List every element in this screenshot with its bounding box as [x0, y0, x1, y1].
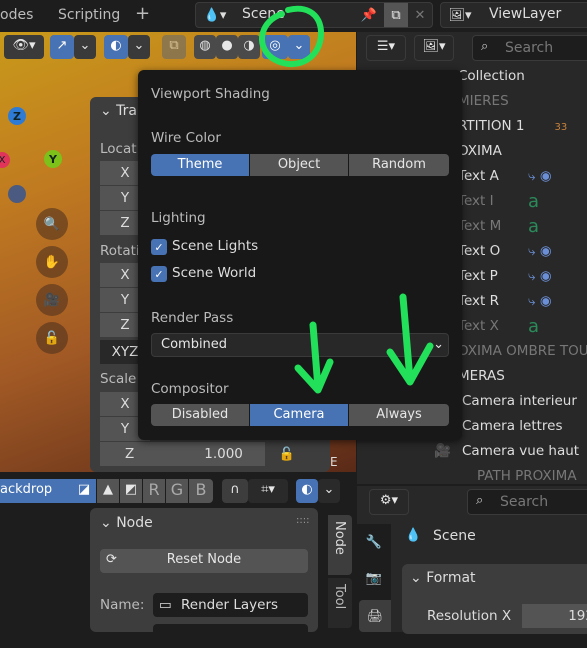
annotation-arrow-always	[386, 293, 434, 386]
annotation-overlay	[259, 5, 434, 394]
annotation-circle	[259, 5, 325, 68]
annotation-arrow-camera	[294, 321, 334, 394]
